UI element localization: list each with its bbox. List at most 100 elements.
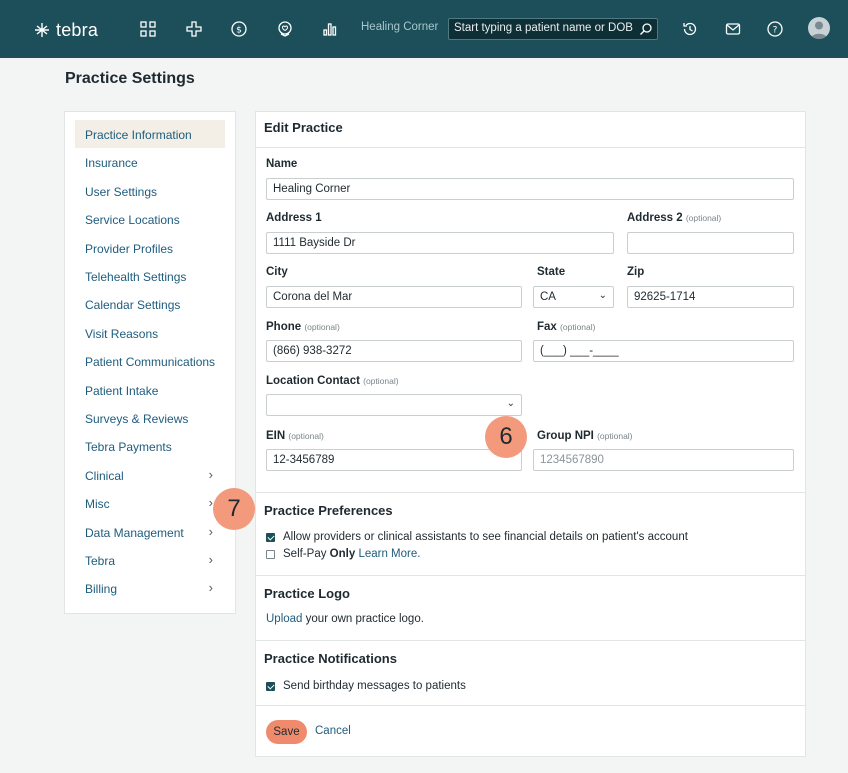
sidebar-item-tebra-payments[interactable]: Tebra Payments xyxy=(75,432,225,460)
avatar[interactable] xyxy=(808,17,830,39)
sidebar-item-provider-profiles[interactable]: Provider Profiles xyxy=(75,234,225,262)
financial-details-label: Allow providers or clinical assistants t… xyxy=(283,531,688,543)
search-placeholder: Start typing a patient name or DOB xyxy=(454,22,633,34)
page-title: Practice Settings xyxy=(65,70,195,87)
patient-search-input[interactable]: Start typing a patient name or DOB xyxy=(448,18,658,40)
group-npi-label-text: Group NPI xyxy=(537,430,594,442)
sidebar-item-telehealth-settings[interactable]: Telehealth Settings xyxy=(75,262,225,290)
bar-chart-icon[interactable] xyxy=(320,19,340,39)
fax-input[interactable]: (___) ___-____ xyxy=(533,340,794,362)
location-contact-select[interactable]: ⌄ xyxy=(266,394,522,416)
save-button[interactable]: Save xyxy=(266,720,307,744)
sidebar-item-label: Tebra xyxy=(85,554,116,568)
sidebar-item-user-settings[interactable]: User Settings xyxy=(75,177,225,205)
svg-text:$: $ xyxy=(236,26,242,36)
tebra-logo[interactable]: tebra xyxy=(34,19,98,41)
sidebar-item-billing[interactable]: Billing › xyxy=(75,574,225,602)
group-npi-label: Group NPI (optional) xyxy=(537,430,633,442)
sidebar-item-label: Billing xyxy=(85,582,118,597)
city-input[interactable]: Corona del Mar xyxy=(266,286,522,308)
mail-icon[interactable] xyxy=(723,19,743,39)
sidebar-item-label: Tebra Payments xyxy=(85,440,172,455)
birthday-messages-checkbox[interactable] xyxy=(266,681,275,691)
edit-practice-heading: Edit Practice xyxy=(264,120,343,135)
sidebar-item-calendar-settings[interactable]: Calendar Settings xyxy=(75,290,225,318)
self-pay-checkbox[interactable] xyxy=(266,549,275,559)
dollar-icon[interactable]: $ xyxy=(229,19,249,39)
sidebar-item-label: Clinical xyxy=(85,468,124,483)
upload-text: your own practice logo. xyxy=(305,613,424,625)
phone-input[interactable]: (866) 938-3272 xyxy=(266,340,522,362)
top-navigation-bar: tebra $ Healing Corner Start typing a pa… xyxy=(0,0,848,58)
heart-shield-icon[interactable] xyxy=(275,19,295,39)
search-icon[interactable] xyxy=(639,22,653,36)
divider xyxy=(255,575,806,576)
upload-link[interactable]: Upload xyxy=(266,613,302,625)
sidebar-item-surveys-reviews[interactable]: Surveys & Reviews xyxy=(75,404,225,432)
sidebar-item-tebra[interactable]: Tebra › xyxy=(75,546,225,574)
sidebar-item-label: Provider Profiles xyxy=(85,241,174,256)
practice-notifications-heading: Practice Notifications xyxy=(264,651,397,666)
address1-label: Address 1 xyxy=(266,212,322,224)
sidebar-item-patient-intake[interactable]: Patient Intake xyxy=(75,376,225,404)
learn-more-link[interactable]: Learn More. xyxy=(358,548,420,560)
location-contact-label-text: Location Contact xyxy=(266,375,360,387)
phone-label: Phone (optional) xyxy=(266,321,340,333)
self-pay-only-text: Only xyxy=(329,548,356,560)
practice-preferences-heading: Practice Preferences xyxy=(264,503,393,518)
chevron-right-icon: › xyxy=(208,552,213,567)
divider xyxy=(255,705,806,706)
sidebar-item-label: Insurance xyxy=(85,156,138,171)
optional-tag: (optional) xyxy=(304,322,340,332)
current-practice-name[interactable]: Healing Corner xyxy=(361,21,438,33)
sidebar-item-data-management[interactable]: Data Management › xyxy=(75,518,225,546)
zip-input[interactable]: 92625-1714 xyxy=(627,286,794,308)
help-icon[interactable]: ? xyxy=(765,19,785,39)
tebra-logo-icon xyxy=(35,23,49,37)
medical-cross-icon[interactable] xyxy=(184,19,204,39)
state-label: State xyxy=(537,266,566,278)
sidebar-item-clinical[interactable]: Clinical › xyxy=(75,461,225,489)
sidebar-item-service-locations[interactable]: Service Locations xyxy=(75,205,225,233)
sidebar-item-label: Data Management xyxy=(85,525,184,540)
sidebar-item-practice-information[interactable]: Practice Information xyxy=(75,120,225,148)
address2-label-text: Address 2 xyxy=(627,212,683,224)
state-select[interactable]: CA ⌄ xyxy=(533,286,614,308)
sidebar-item-visit-reasons[interactable]: Visit Reasons xyxy=(75,319,225,347)
address2-label: Address 2 (optional) xyxy=(627,212,721,224)
practice-logo-heading: Practice Logo xyxy=(264,586,350,601)
ein-input[interactable]: 12-3456789 xyxy=(266,449,522,471)
cancel-button[interactable]: Cancel xyxy=(315,725,351,737)
self-pay-option[interactable]: Self-Pay Only Learn More. xyxy=(266,548,420,560)
name-label: Name xyxy=(266,158,298,170)
optional-tag: (optional) xyxy=(363,376,399,386)
grid-icon[interactable] xyxy=(138,19,158,39)
optional-tag: (optional) xyxy=(560,322,596,332)
location-contact-label: Location Contact (optional) xyxy=(266,375,399,387)
divider xyxy=(255,492,806,493)
address1-label-text: Address 1 xyxy=(266,212,322,224)
logo-text: tebra xyxy=(56,19,99,40)
birthday-messages-label: Send birthday messages to patients xyxy=(283,680,466,692)
sidebar-item-label: Surveys & Reviews xyxy=(85,412,189,426)
group-npi-input[interactable]: 1234567890 xyxy=(533,449,794,471)
chevron-down-icon: ⌄ xyxy=(506,398,515,409)
history-icon[interactable] xyxy=(680,19,700,39)
sidebar-item-patient-communications[interactable]: Patient Communications xyxy=(75,347,225,375)
birthday-messages-option[interactable]: Send birthday messages to patients xyxy=(266,680,466,692)
financial-details-option[interactable]: Allow providers or clinical assistants t… xyxy=(266,531,688,543)
sidebar-item-misc[interactable]: Misc › xyxy=(75,489,225,517)
address1-input[interactable]: 1111 Bayside Dr xyxy=(266,232,614,254)
optional-tag: (optional) xyxy=(597,431,633,441)
sidebar-item-label: Patient Communications xyxy=(85,355,216,370)
fax-label-text: Fax xyxy=(537,321,557,333)
financial-details-checkbox[interactable] xyxy=(266,532,275,542)
sidebar-item-label: Practice Information xyxy=(85,128,192,142)
sidebar-item-insurance[interactable]: Insurance xyxy=(75,148,225,176)
state-select-value: CA xyxy=(540,291,556,303)
name-input[interactable]: Healing Corner xyxy=(266,178,794,200)
optional-tag: (optional) xyxy=(288,431,324,441)
divider xyxy=(255,640,806,641)
address2-input[interactable] xyxy=(627,232,794,254)
sidebar-item-label: User Settings xyxy=(85,184,158,199)
